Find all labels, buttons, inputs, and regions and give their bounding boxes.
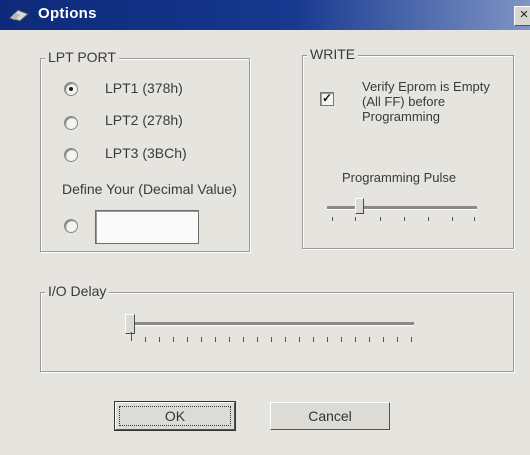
- lpt1-label: LPT1 (378h): [105, 80, 183, 96]
- ok-button[interactable]: OK: [114, 401, 236, 431]
- io-delay-tick: [327, 337, 328, 342]
- define-your-label: Define Your (Decimal Value): [62, 181, 237, 197]
- io-delay-tick: [369, 337, 370, 342]
- pulse-tick: [355, 217, 356, 221]
- ok-focus-ring: [119, 406, 231, 426]
- write-label: WRITE: [307, 46, 359, 62]
- pulse-tick: [404, 217, 405, 221]
- io-delay-tick: [411, 337, 412, 342]
- radio-lpt3[interactable]: [64, 148, 78, 162]
- io-delay-tick: [313, 337, 314, 342]
- radio-lpt1[interactable]: [64, 82, 78, 96]
- io-delay-tick: [159, 337, 160, 342]
- cancel-button[interactable]: Cancel: [270, 402, 390, 430]
- io-delay-tick: [271, 337, 272, 342]
- pulse-slider-thumb[interactable]: [355, 198, 364, 214]
- verify-label-line3: Programming: [362, 109, 441, 124]
- radio-custom[interactable]: [64, 219, 78, 233]
- lpt-port-label: LPT PORT: [45, 49, 119, 65]
- io-delay-tick: [173, 337, 174, 342]
- window-title: Options: [38, 5, 97, 22]
- pulse-tick: [474, 217, 475, 221]
- io-delay-tick: [229, 337, 230, 342]
- io-delay-tick: [187, 337, 188, 342]
- io-delay-tick: [341, 337, 342, 342]
- cancel-button-label: Cancel: [308, 408, 352, 424]
- io-delay-slider-track: [128, 322, 414, 326]
- lpt2-label: LPT2 (278h): [105, 112, 183, 128]
- verify-checkbox[interactable]: ✓: [320, 92, 334, 106]
- io-delay-tick: [131, 332, 132, 341]
- close-button[interactable]: ×: [514, 6, 530, 26]
- io-delay-tick: [355, 337, 356, 342]
- pulse-tick: [452, 217, 453, 221]
- io-delay-tick: [215, 337, 216, 342]
- io-delay-tick: [145, 337, 146, 342]
- io-delay-tick: [383, 337, 384, 342]
- io-delay-tick: [285, 337, 286, 342]
- radio-lpt2[interactable]: [64, 116, 78, 130]
- io-delay-tick: [299, 337, 300, 342]
- eraser-icon: [9, 9, 29, 22]
- verify-label-line2: (All FF) before: [362, 94, 446, 109]
- io-delay-group: I/O Delay: [40, 283, 514, 372]
- decimal-value-input[interactable]: [95, 210, 199, 244]
- pulse-tick: [428, 217, 429, 221]
- pulse-tick: [332, 217, 333, 221]
- io-delay-label: I/O Delay: [45, 283, 110, 299]
- io-delay-tick: [201, 337, 202, 342]
- io-delay-tick: [397, 337, 398, 342]
- io-delay-tick: [243, 337, 244, 342]
- pulse-tick: [380, 217, 381, 221]
- io-delay-tick: [257, 337, 258, 342]
- io-delay-slider-thumb[interactable]: [125, 314, 135, 334]
- title-bar[interactable]: Options ×: [0, 0, 530, 30]
- programming-pulse-label: Programming Pulse: [342, 170, 457, 185]
- pulse-slider-track: [327, 206, 477, 210]
- lpt3-label: LPT3 (3BCh): [105, 145, 187, 161]
- options-dialog: Options × LPT PORT LPT1 (378h) LPT2 (278…: [0, 0, 530, 455]
- verify-label-line1: Verify Eprom is Empty: [362, 79, 490, 94]
